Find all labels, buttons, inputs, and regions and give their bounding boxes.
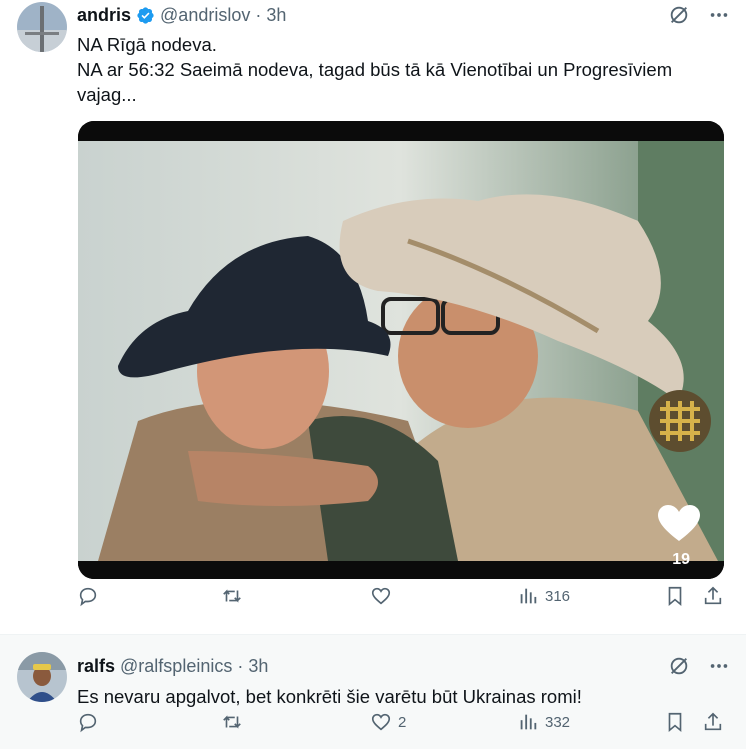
like-button[interactable] [370, 585, 398, 607]
views-count: 316 [545, 587, 571, 605]
share-button[interactable] [702, 711, 724, 733]
heart-icon [371, 587, 391, 605]
like-button[interactable]: 2 [370, 711, 406, 733]
main-tweet[interactable]: andris @andrislov · 3h NA Rīgā nodeva. N… [0, 0, 746, 634]
bookmark-icon [668, 712, 682, 733]
more-icon[interactable] [708, 655, 730, 677]
tweet-text-line: NA Rīgā nodeva. [77, 34, 217, 55]
reply-button[interactable] [77, 585, 105, 607]
avatar[interactable] [17, 652, 67, 702]
retweet-button[interactable] [221, 585, 249, 607]
reply-button[interactable] [77, 711, 105, 733]
share-button[interactable] [702, 585, 724, 607]
more-icon[interactable] [708, 4, 730, 26]
heart-icon [371, 713, 391, 731]
bookmark-button[interactable] [664, 585, 686, 607]
handle[interactable]: @andrislov [160, 5, 250, 26]
logo-badge-icon [649, 390, 711, 452]
separator: · [255, 4, 262, 25]
tweet-top-actions [668, 4, 730, 26]
handle[interactable]: @ralfspleinics [120, 656, 232, 677]
bookmark-icon [668, 586, 682, 607]
display-name[interactable]: ralfs [77, 656, 115, 677]
bookmark-button[interactable] [664, 711, 686, 733]
display-name[interactable]: andris [77, 5, 131, 26]
tweet-header: ralfs @ralfspleinics · 3h [77, 655, 268, 677]
verified-badge-icon [136, 6, 155, 25]
avatar[interactable] [17, 2, 67, 52]
tweet-top-actions [668, 655, 730, 677]
tweet-text-line: Es nevaru apgalvot, bet konkrēti šie var… [77, 686, 582, 707]
tweet-text: Es nevaru apgalvot, bet konkrēti šie var… [77, 684, 717, 709]
timestamp[interactable]: 3h [248, 656, 268, 677]
tweet-text-line: NA ar 56:32 Saeimā nodeva, tagad būs tā … [77, 59, 673, 105]
media-like-count: 19 [672, 551, 690, 568]
like-count: 2 [398, 713, 407, 731]
retweet-button[interactable] [221, 711, 249, 733]
share-icon [704, 712, 722, 731]
views-button[interactable]: 332 [517, 711, 570, 733]
views-icon [520, 588, 537, 604]
views-count: 332 [545, 713, 571, 731]
share-icon [704, 586, 722, 605]
heart-icon[interactable] [656, 503, 702, 543]
tweet-text: NA Rīgā nodeva. NA ar 56:32 Saeimā nodev… [77, 32, 717, 107]
views-icon [520, 714, 537, 730]
separator: · [237, 655, 244, 676]
grok-icon[interactable] [668, 4, 690, 26]
tweet-media-image[interactable]: 19 [78, 121, 724, 579]
timestamp[interactable]: 3h [266, 5, 286, 26]
retweet-icon [223, 715, 241, 729]
reply-icon [79, 587, 97, 607]
grok-icon[interactable] [668, 655, 690, 677]
reply-icon [79, 713, 97, 733]
retweet-icon [223, 589, 241, 603]
reply-tweet[interactable]: ralfs @ralfspleinics · 3h Es nevaru apga… [0, 634, 746, 749]
tweet-header: andris @andrislov · 3h [77, 4, 286, 26]
views-button[interactable]: 316 [517, 585, 570, 607]
